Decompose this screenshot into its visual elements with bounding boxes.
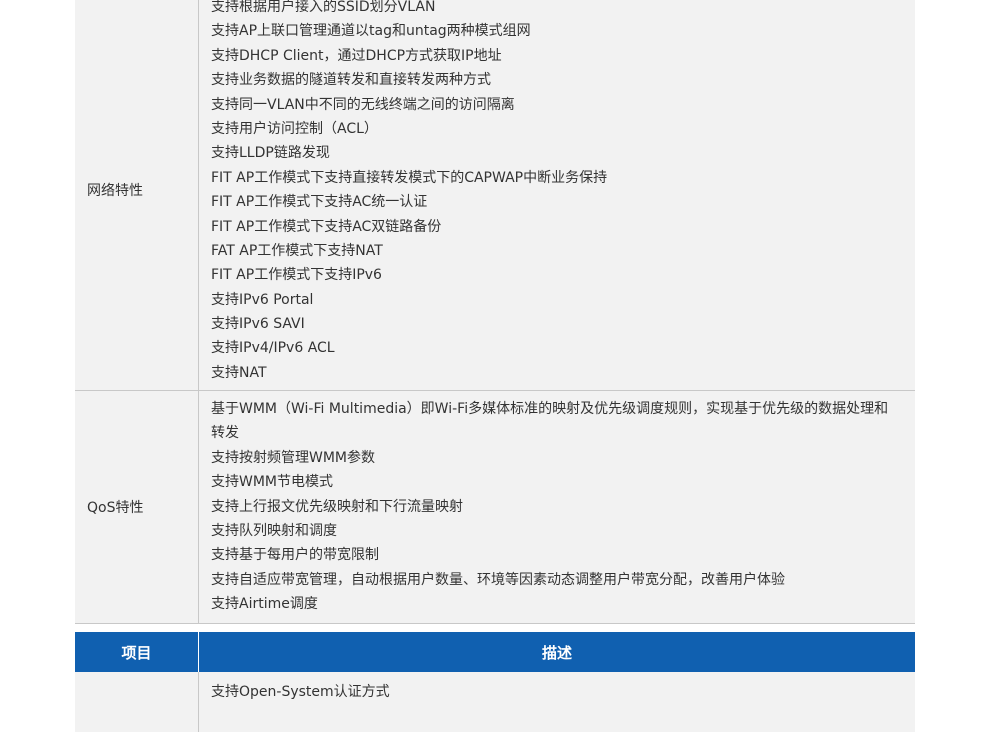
feature-list: 支持根据用户接入的SSID划分VLAN 支持AP上联口管理通道以tag和untag… <box>211 0 907 385</box>
feature-list: 基于WMM（Wi-Fi Multimedia）即Wi-Fi多媒体标准的映射及优先… <box>211 397 907 617</box>
feature-item: 支持用户访问控制（ACL） <box>211 120 378 137</box>
qos-features-row: QoS特性 基于WMM（Wi-Fi Multimedia）即Wi-Fi多媒体标准… <box>75 391 915 624</box>
feature-item: FIT AP工作模式下支持IPv6 <box>211 267 382 284</box>
feature-item: 支持Airtime调度 <box>211 596 318 613</box>
feature-item: 转发 <box>211 425 239 442</box>
header-item: 项目 <box>75 632 199 672</box>
feature-item: 支持AP上联口管理通道以tag和untag两种模式组网 <box>211 23 531 40</box>
feature-item: 支持同一VLAN中不同的无线终端之间的访问隔离 <box>211 96 515 113</box>
feature-item: 支持根据用户接入的SSID划分VLAN <box>211 0 436 15</box>
feature-item: 支持上行报文优先级映射和下行流量映射 <box>211 498 463 515</box>
feature-item: 支持IPv6 Portal <box>211 291 314 308</box>
network-features-row: 网络特性 支持根据用户接入的SSID划分VLAN 支持AP上联口管理通道以tag和… <box>75 0 915 391</box>
table-header: 项目 描述 <box>75 632 915 672</box>
feature-item: 支持队列映射和调度 <box>211 522 337 539</box>
category-label: 网络特性 <box>75 0 199 390</box>
feature-item: 支持按射频管理WMM参数 <box>211 449 376 466</box>
feature-item: 支持DHCP Client，通过DHCP方式获取IP地址 <box>211 47 502 64</box>
feature-item: 支持业务数据的隧道转发和直接转发两种方式 <box>211 72 491 89</box>
feature-item: 支持IPv4/IPv6 ACL <box>211 340 335 357</box>
feature-item: FIT AP工作模式下支持AC统一认证 <box>211 194 428 211</box>
security-row: 支持Open-System认证方式 <box>75 672 915 732</box>
feature-item: FIT AP工作模式下支持直接转发模式下的CAPWAP中断业务保持 <box>211 169 608 186</box>
feature-item: 支持Open-System认证方式 <box>211 684 390 700</box>
feature-item: 支持WMM节电模式 <box>211 474 334 491</box>
category-label: QoS特性 <box>75 391 199 623</box>
feature-item: 支持基于每用户的带宽限制 <box>211 547 379 564</box>
feature-item: 支持自适应带宽管理，自动根据用户数量、环境等因素动态调整用户带宽分配，改善用户体… <box>211 571 785 588</box>
category-label <box>75 672 199 732</box>
header-description: 描述 <box>541 643 572 662</box>
feature-item: FAT AP工作模式下支持NAT <box>211 242 383 259</box>
feature-item: 支持IPv6 SAVI <box>211 316 305 333</box>
feature-list: 支持Open-System认证方式 <box>211 680 907 704</box>
feature-item: 支持LLDP链路发现 <box>211 145 330 162</box>
feature-item: 基于WMM（Wi-Fi Multimedia）即Wi-Fi多媒体标准的映射及优先… <box>211 401 889 417</box>
feature-item: FIT AP工作模式下支持AC双链路备份 <box>211 218 442 235</box>
feature-item: 支持NAT <box>211 364 267 381</box>
